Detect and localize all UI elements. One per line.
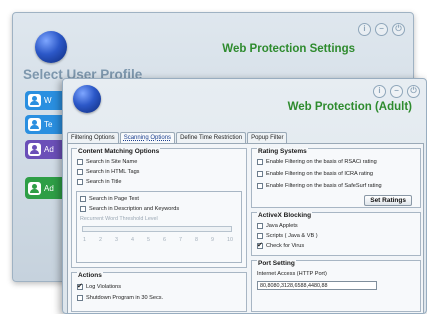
search-page-text-option[interactable]: Search in Page Text: [80, 196, 139, 202]
threshold-label: Recurrent Word Threshold Level: [80, 216, 158, 222]
option-label: Search in Description and Keywords: [89, 206, 180, 212]
checkbox[interactable]: [257, 233, 263, 239]
activex-blocking-group: ActiveX Blocking Java Applets Scripts ( …: [251, 212, 421, 256]
web-protection-adult-window: i − ⏻ Web Protection (Adult) Filtering O…: [62, 78, 427, 314]
user-icon: [28, 94, 41, 107]
set-ratings-button[interactable]: Set Ratings: [364, 195, 412, 206]
info-icon[interactable]: i: [373, 85, 386, 98]
tab-define-time-restriction[interactable]: Define Time Restriction: [176, 132, 247, 143]
checkbox[interactable]: [257, 223, 263, 229]
user-icon: [28, 181, 41, 195]
user-profile-label: Te: [44, 120, 53, 129]
search-title-option[interactable]: Search in Title: [77, 179, 121, 185]
http-port-input[interactable]: 80,8080,3128,6588,4480,88: [257, 281, 377, 290]
checkbox[interactable]: [257, 171, 263, 177]
tab-bar: Filtering Options Scanning Options Defin…: [67, 132, 288, 143]
desktop: i − ⏻ Web Protection Settings Select Use…: [0, 0, 427, 314]
shutdown-program-option[interactable]: Shutdown Program in 30 Secs.: [77, 295, 163, 301]
threshold-slider[interactable]: [82, 226, 232, 232]
tick-label: 7: [179, 237, 182, 243]
option-label: Search in Site Name: [86, 159, 138, 165]
checkbox[interactable]: [80, 196, 86, 202]
checkbox[interactable]: [77, 169, 83, 175]
globe-logo-icon: [73, 85, 101, 113]
option-label: Shutdown Program in 30 Secs.: [86, 295, 164, 301]
checkbox[interactable]: [257, 159, 263, 165]
scanning-options-panel: Content Matching Options Search in Site …: [67, 143, 424, 313]
checkbox[interactable]: [77, 295, 83, 301]
threshold-ticks: 1 2 3 4 5 6 7 8 9 10: [83, 237, 233, 243]
window-controls: i − ⏻: [373, 85, 420, 98]
group-title: ActiveX Blocking: [257, 212, 313, 219]
search-site-name-option[interactable]: Search in Site Name: [77, 159, 137, 165]
tick-label: 1: [83, 237, 86, 243]
tick-label: 8: [195, 237, 198, 243]
scripts-option[interactable]: Scripts ( Java & VB ): [257, 233, 318, 239]
minimize-icon[interactable]: −: [375, 23, 388, 36]
checkbox[interactable]: [77, 179, 83, 185]
window-controls: i − ⏻: [358, 23, 405, 36]
checkbox[interactable]: [80, 206, 86, 212]
option-label: Enable Filtering on the basis of SafeSur…: [266, 183, 382, 189]
icra-rating-option[interactable]: Enable Filtering on the basis of ICRA ra…: [257, 171, 373, 177]
tick-label: 6: [163, 237, 166, 243]
group-title: Port Setting: [257, 260, 296, 267]
search-html-tags-option[interactable]: Search in HTML Tags: [77, 169, 139, 175]
option-label: Search in Title: [86, 179, 122, 185]
tick-label: 2: [99, 237, 102, 243]
power-close-icon[interactable]: ⏻: [392, 23, 405, 36]
rating-systems-group: Rating Systems Enable Filtering on the b…: [251, 148, 421, 208]
checkbox-checked[interactable]: [257, 241, 263, 249]
option-label: Search in Page Text: [89, 196, 139, 202]
window-title: Web Protection (Adult): [287, 101, 412, 113]
option-label: Search in HTML Tags: [86, 169, 140, 175]
option-label: Enable Filtering on the basis of ICRA ra…: [266, 171, 373, 177]
user-profile-label: Ad: [44, 145, 54, 154]
search-description-keywords-option[interactable]: Search in Description and Keywords: [80, 206, 179, 212]
tick-label: 9: [211, 237, 214, 243]
option-label: Enable Filtering on the basis of RSACi r…: [266, 159, 377, 165]
globe-logo-icon: [35, 31, 67, 63]
option-label: Java Applets: [266, 223, 298, 229]
tab-popup-filter[interactable]: Popup Filter: [247, 132, 288, 143]
group-title: Actions: [77, 272, 103, 279]
rsaci-rating-option[interactable]: Enable Filtering on the basis of RSACi r…: [257, 159, 377, 165]
page-search-subgroup: Search in Page Text Search in Descriptio…: [76, 191, 242, 263]
info-icon[interactable]: i: [358, 23, 371, 36]
tick-label: 10: [227, 237, 233, 243]
user-icon: [28, 118, 41, 131]
tab-scanning-options[interactable]: Scanning Options: [119, 132, 176, 143]
user-icon: [28, 143, 41, 156]
http-port-label: Internet Access (HTTP Port): [257, 271, 327, 277]
power-close-icon[interactable]: ⏻: [407, 85, 420, 98]
checkbox[interactable]: [77, 159, 83, 165]
safesurf-rating-option[interactable]: Enable Filtering on the basis of SafeSur…: [257, 183, 382, 189]
tab-filtering-options[interactable]: Filtering Options: [67, 132, 119, 143]
tick-label: 5: [147, 237, 150, 243]
java-applets-option[interactable]: Java Applets: [257, 223, 298, 229]
window-title: Web Protection Settings: [222, 43, 355, 55]
group-title: Content Matching Options: [77, 148, 161, 155]
minimize-icon[interactable]: −: [390, 85, 403, 98]
checkbox[interactable]: [257, 183, 263, 189]
checkbox-checked[interactable]: [77, 282, 83, 290]
user-profile-label: W: [44, 96, 52, 105]
tick-label: 4: [131, 237, 134, 243]
option-label: Log Violations: [86, 284, 122, 290]
log-violations-option[interactable]: Log Violations: [77, 282, 122, 290]
group-title: Rating Systems: [257, 148, 308, 155]
option-label: Scripts ( Java & VB ): [266, 233, 318, 239]
port-setting-group: Port Setting Internet Access (HTTP Port)…: [251, 260, 421, 312]
content-matching-group: Content Matching Options Search in Site …: [71, 148, 247, 268]
check-for-virus-option[interactable]: Check for Virus: [257, 241, 305, 249]
option-label: Check for Virus: [266, 243, 305, 249]
user-profile-label: Ad: [44, 183, 54, 193]
actions-group: Actions Log Violations Shutdown Program …: [71, 272, 247, 312]
tick-label: 3: [115, 237, 118, 243]
